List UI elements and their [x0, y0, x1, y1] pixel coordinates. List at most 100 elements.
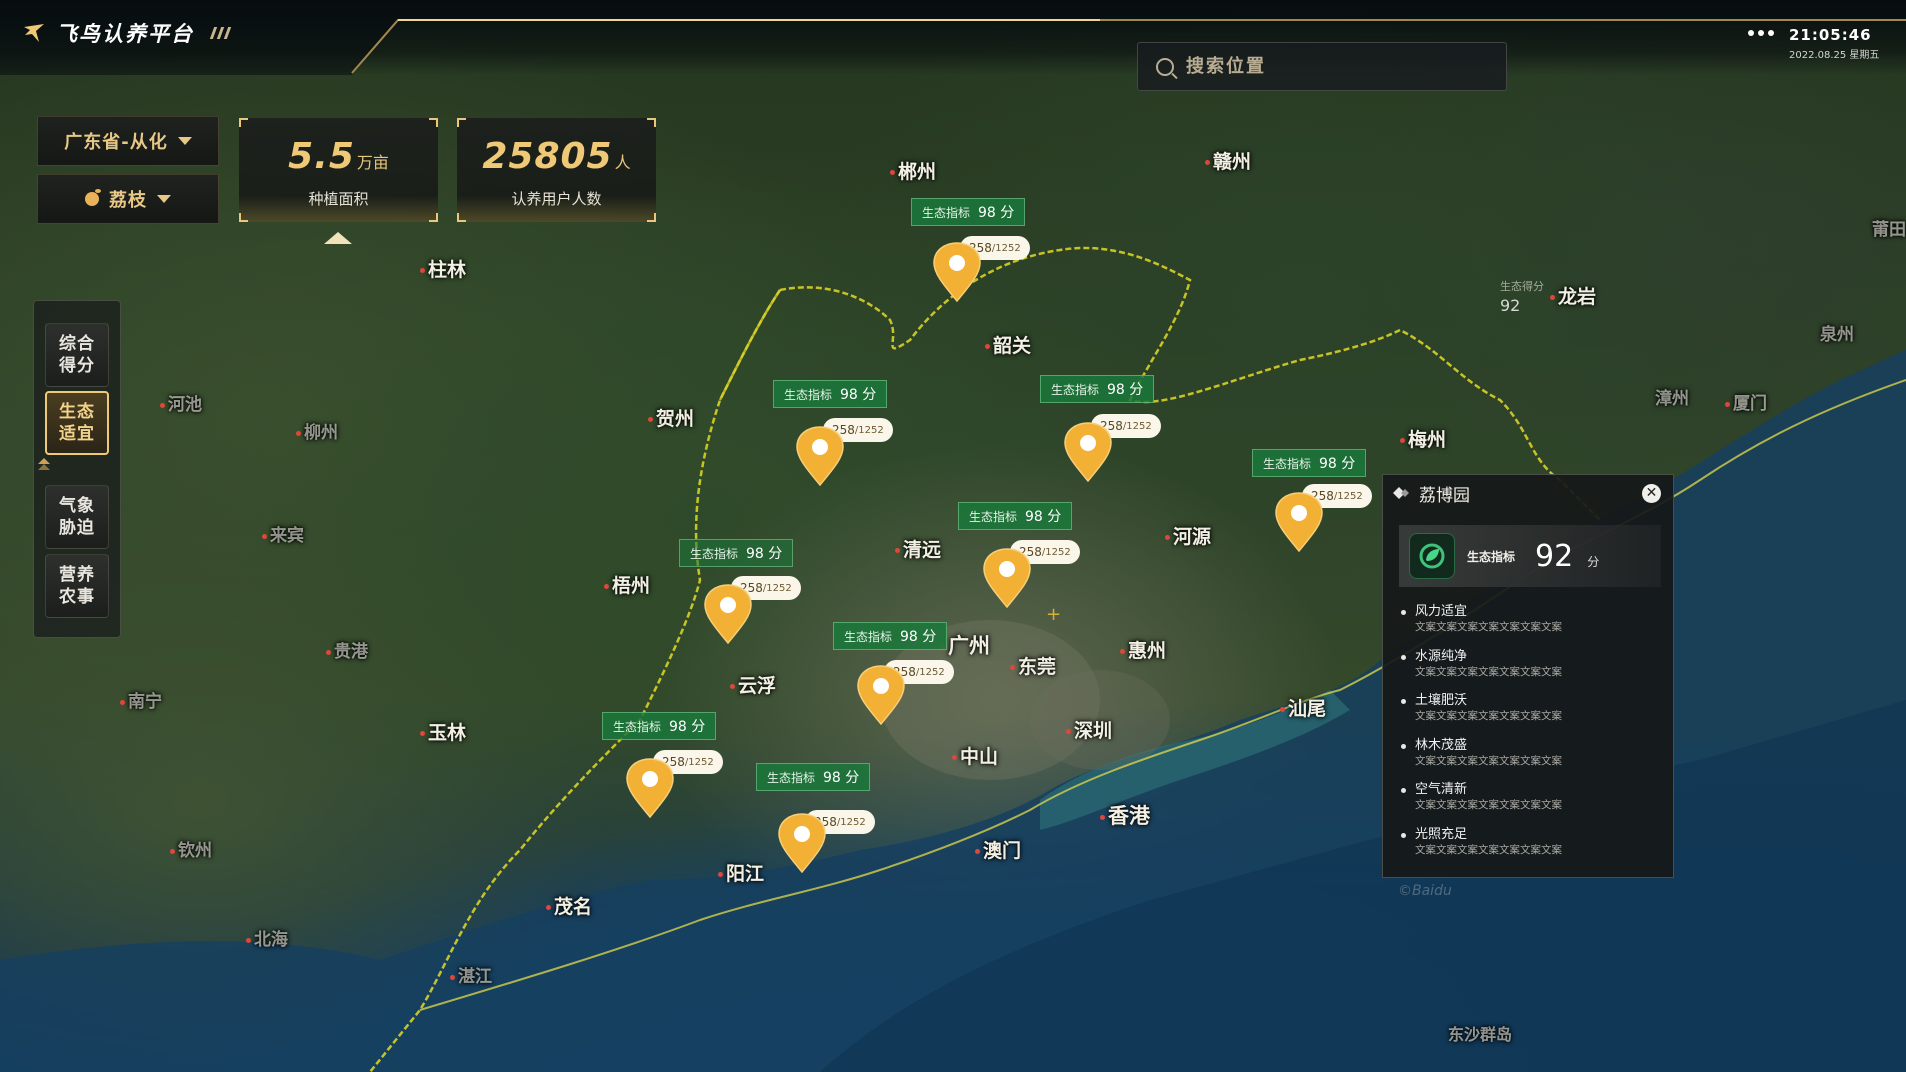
more-menu-icon[interactable]	[1748, 30, 1774, 36]
eco-tag-label: 生态指标	[690, 546, 739, 561]
city-label: 钦州	[170, 836, 212, 861]
search-bar[interactable]	[1137, 42, 1507, 91]
city-label: 香港	[1100, 800, 1150, 830]
eco-tag-score: 98 分	[1319, 456, 1356, 472]
score-unit: 分	[1587, 554, 1600, 569]
app-logo: 飞鸟认养平台	[22, 18, 232, 48]
nav-weather-stress[interactable]: 气象胁迫	[45, 485, 109, 549]
close-icon[interactable]: ✕	[1642, 484, 1661, 503]
eco-score-tag[interactable]: 生态指标 98 分	[1252, 449, 1367, 477]
adoption-total: /1252	[762, 582, 792, 594]
city-label: 惠州	[1120, 636, 1166, 663]
eco-tag-score: 98 分	[669, 719, 706, 735]
factor-title: 空气清新	[1415, 782, 1468, 797]
city-label: 中山	[952, 742, 998, 769]
map-pin-icon[interactable]	[932, 241, 982, 303]
search-input[interactable]	[1186, 56, 1486, 77]
city-label: 河池	[160, 390, 202, 415]
adoption-total: /1252	[854, 424, 884, 436]
crop-selector-label: 荔枝	[109, 190, 147, 211]
city-label: 郴州	[890, 157, 936, 184]
city-label: 厦门	[1725, 389, 1767, 414]
factor-desc: 文案文案文案文案文案文案文案	[1415, 665, 1562, 678]
stat-value: 25805	[482, 136, 613, 177]
map-pin-icon[interactable]	[625, 757, 675, 819]
top-bar	[0, 0, 1906, 75]
city-label: 玉林	[420, 718, 466, 745]
eco-tag-score: 98 分	[978, 205, 1015, 221]
factor-desc: 文案文案文案文案文案文案文案	[1415, 710, 1562, 722]
city-label: 漳州	[1655, 389, 1689, 409]
eco-score-tag[interactable]: 生态指标 98 分	[773, 380, 888, 408]
city-label: 柳州	[296, 418, 338, 443]
city-label: 汕尾	[1280, 694, 1326, 721]
eco-tag-score: 98 分	[900, 629, 937, 645]
city-label: 赣州	[1205, 147, 1251, 174]
stat-unit: 万亩	[356, 153, 389, 172]
clock: 21:05:46 2022.08.25 星期五	[1789, 26, 1879, 61]
stat-label: 种植面积	[308, 190, 369, 208]
eco-score-tag[interactable]: 生态指标 98 分	[958, 502, 1073, 530]
map-pin-icon[interactable]	[1274, 491, 1324, 553]
bird-logo-icon	[24, 24, 44, 42]
city-label: 茂名	[546, 892, 592, 919]
eco-score-box: 生态指标 92 分	[1399, 525, 1661, 587]
map-pin-icon[interactable]	[856, 664, 906, 726]
panel-title: 荔博园	[1419, 485, 1470, 506]
city-label: 云浮	[730, 671, 776, 698]
diamond-icon	[1393, 487, 1409, 499]
map-pin-icon[interactable]	[703, 583, 753, 645]
map-pin-icon[interactable]	[795, 425, 845, 487]
search-icon	[1156, 57, 1174, 76]
city-label: 深圳	[1066, 716, 1112, 743]
nav-eco-suitability[interactable]: 生态适宜	[45, 391, 109, 455]
eco-tag-label: 生态指标	[1051, 382, 1100, 397]
map-pin-icon[interactable]	[982, 547, 1032, 609]
stat-card-users: 25805 人 认养用户人数	[457, 118, 656, 222]
eco-score-tag[interactable]: 生态指标 98 分	[1040, 375, 1155, 403]
map-pin-icon[interactable]	[1063, 421, 1113, 483]
nav-overall-score[interactable]: 综合得分	[45, 323, 109, 387]
list-item: 空气清新 文案文案文案文案文案文案文案	[1399, 781, 1661, 826]
city-label: 广州	[940, 630, 990, 660]
panel-factor-list: 风力适宜 文案文案文案文案文案文案文案 水源纯净 文案文案文案文案文案文案文案 土壤…	[1399, 603, 1661, 870]
city-label: 柱林	[420, 255, 466, 282]
city-label: 南宁	[120, 687, 162, 712]
region-selector[interactable]: 广东省-从化	[37, 116, 219, 166]
city-label: 龙岩	[1550, 282, 1596, 309]
lychee-icon	[85, 189, 101, 206]
map-overlay-value: 92	[1500, 296, 1521, 315]
eco-score-tag[interactable]: 生态指标 98 分	[679, 539, 794, 567]
city-label: 东莞	[1010, 652, 1056, 679]
city-label: 梅州	[1400, 425, 1446, 452]
city-label: 来宾	[262, 521, 304, 546]
map-pin-icon[interactable]	[777, 812, 827, 874]
stat-unit: 人	[614, 153, 631, 172]
list-item: 土壤肥沃文案文案文案文案文案文案文案	[1399, 692, 1661, 737]
eco-tag-score: 98 分	[746, 546, 783, 562]
eco-tag-score: 98 分	[823, 770, 860, 786]
factor-title: 土壤肥沃	[1415, 693, 1468, 708]
adoption-total: /1252	[991, 242, 1021, 254]
adoption-total: /1252	[684, 756, 714, 768]
list-item: 水源纯净 文案文案文案文案文案文案文案	[1399, 648, 1661, 693]
city-label: 贵港	[326, 637, 368, 662]
crosshair-icon: +	[1046, 604, 1062, 625]
city-label: 梧州	[604, 571, 650, 598]
city-label: 东沙群岛	[1448, 1025, 1513, 1044]
eco-score-tag[interactable]: 生态指标 98 分	[756, 763, 871, 791]
eco-score-tag[interactable]: 生态指标 98 分	[911, 198, 1026, 226]
eco-tag-label: 生态指标	[969, 509, 1018, 524]
crop-selector[interactable]: 荔枝	[37, 174, 219, 224]
city-label: 澳门	[975, 836, 1021, 863]
factor-title: 林木茂盛	[1415, 737, 1468, 753]
eco-score-tag[interactable]: 生态指标 98 分	[833, 622, 948, 650]
eco-tag-label: 生态指标	[613, 719, 662, 734]
adoption-total: /1252	[915, 666, 945, 678]
eco-score-tag[interactable]: 生态指标 98 分	[602, 712, 717, 740]
eco-tag-score: 98 分	[1025, 509, 1062, 525]
city-label: 贺州	[648, 404, 694, 431]
nav-nutrition-farming[interactable]: 营养农事	[45, 554, 109, 618]
city-label: 北海	[246, 925, 288, 950]
app-title: 飞鸟认养平台	[56, 22, 194, 46]
